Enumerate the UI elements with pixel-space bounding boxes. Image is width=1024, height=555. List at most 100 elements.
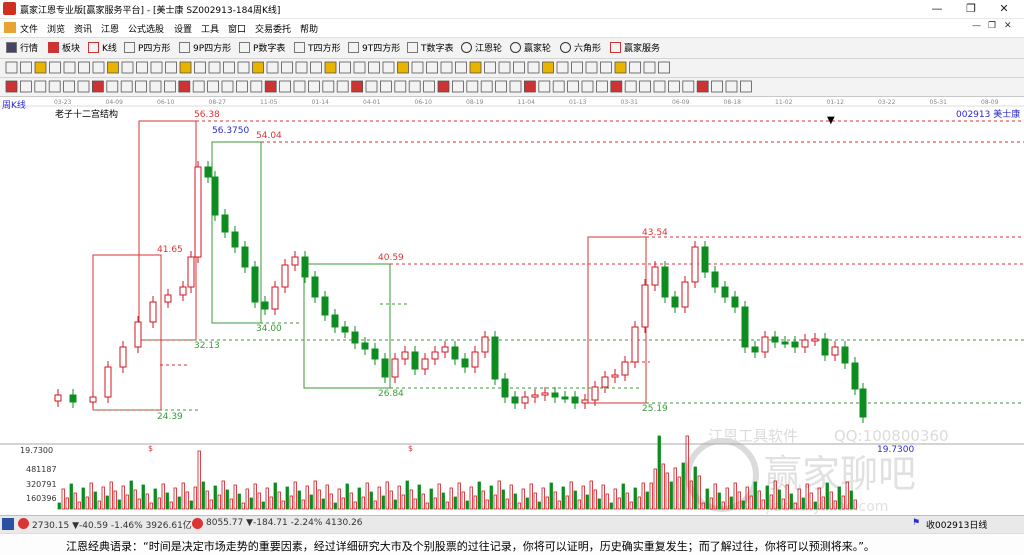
period-tool-icon[interactable] (322, 80, 335, 93)
drawing-tool-icon[interactable] (63, 61, 76, 74)
period-tool-icon[interactable] (48, 80, 61, 93)
drawing-tool-icon[interactable] (411, 61, 424, 74)
drawing-tool-icon[interactable] (208, 61, 221, 74)
period-tool-icon[interactable] (711, 80, 723, 93)
period-tool-icon[interactable] (581, 80, 594, 93)
drawing-tool-icon[interactable] (20, 61, 32, 74)
period-tool-icon[interactable] (552, 80, 565, 93)
period-tool-icon[interactable] (250, 80, 263, 93)
drawing-tools-strip[interactable] (0, 59, 1024, 77)
toolbar-t-square[interactable]: T四方形 (294, 41, 341, 54)
menu-help[interactable]: 帮助 (300, 22, 318, 35)
drawing-tool-icon[interactable] (252, 61, 264, 74)
drawing-tool-icon[interactable] (455, 61, 467, 74)
period-tool-icon[interactable] (365, 80, 378, 93)
drawing-tool-icon[interactable] (600, 61, 612, 74)
period-tool-icon[interactable] (639, 80, 651, 93)
chart-area[interactable]: 江恩工具软件 QQ:100800360 赢家聊吧 jiaoba.yixiao.c… (0, 97, 1024, 515)
toolbar-p-table[interactable]: P数字表 (239, 41, 285, 54)
drawing-tool-icon[interactable] (556, 61, 569, 74)
drawing-tool-icon[interactable] (49, 61, 61, 74)
drawing-tool-icon[interactable] (223, 61, 235, 74)
period-tool-icon[interactable] (408, 80, 421, 93)
drawing-tool-icon[interactable] (237, 61, 250, 74)
period-tool-icon[interactable] (394, 80, 407, 93)
period-tool-icon[interactable] (538, 80, 551, 93)
toolbar-quotes[interactable]: 行情 (6, 41, 38, 54)
grid-icon[interactable] (2, 518, 14, 530)
period-tool-icon[interactable] (423, 80, 436, 93)
toolbar-winner-wheel[interactable]: 赢家轮 (510, 41, 551, 54)
drawing-tool-icon[interactable] (179, 61, 192, 74)
period-tool-icon[interactable] (495, 80, 508, 93)
period-tool-icon[interactable] (596, 80, 608, 93)
shanghai-index[interactable]: 2730.15 ▼-40.59 -1.46% 3926.61亿 (32, 518, 192, 531)
drawing-tool-icon[interactable] (571, 61, 583, 74)
drawing-tool-icon[interactable] (92, 61, 105, 74)
drawing-tool-icon[interactable] (5, 61, 18, 74)
drawing-tool-icon[interactable] (34, 61, 47, 74)
drawing-tool-icon[interactable] (629, 61, 641, 74)
period-tool-icon[interactable] (120, 80, 133, 93)
period-tool-icon[interactable] (567, 80, 579, 93)
menu-browse[interactable]: 浏览 (47, 22, 65, 35)
period-tool-icon[interactable] (279, 80, 292, 93)
menu-formula-select[interactable]: 公式选股 (128, 22, 164, 35)
drawing-tool-icon[interactable] (136, 61, 148, 74)
drawing-tool-icon[interactable] (353, 61, 366, 74)
toolbar-t-table[interactable]: T数字表 (407, 41, 454, 54)
drawing-tool-icon[interactable] (78, 61, 90, 74)
period-tool-icon[interactable] (149, 80, 162, 93)
period-tool-icon[interactable] (624, 80, 637, 93)
drawing-tool-icon[interactable] (469, 61, 482, 74)
period-tool-icon[interactable] (437, 80, 450, 93)
period-tool-icon[interactable] (106, 80, 119, 93)
period-tool-icon[interactable] (178, 80, 191, 93)
drawing-tool-icon[interactable] (310, 61, 322, 74)
drawing-tool-icon[interactable] (339, 61, 351, 74)
period-tool-icon[interactable] (135, 80, 148, 93)
toolbar-sector[interactable]: 板块 (48, 41, 80, 54)
menu-settings[interactable]: 设置 (174, 22, 192, 35)
drawing-tool-icon[interactable] (121, 61, 134, 74)
drawing-tool-icon[interactable] (585, 61, 598, 74)
period-tool-icon[interactable] (63, 80, 75, 93)
menu-window[interactable]: 窗口 (228, 22, 246, 35)
drawing-tool-icon[interactable] (643, 61, 656, 74)
period-tool-icon[interactable] (307, 80, 320, 93)
child-minimize-button[interactable]: — (972, 21, 981, 31)
period-tool-icon[interactable] (696, 80, 709, 93)
period-tool-icon[interactable] (192, 80, 205, 93)
toolbar-9p-square[interactable]: 9P四方形 (179, 41, 231, 54)
menu-file[interactable]: 文件 (20, 22, 38, 35)
period-tool-icon[interactable] (207, 80, 220, 93)
period-tools-strip[interactable] (0, 78, 1024, 96)
period-tool-icon[interactable] (480, 80, 493, 93)
period-tool-icon[interactable] (451, 80, 464, 93)
period-tool-icon[interactable] (668, 80, 680, 93)
menu-info[interactable]: 资讯 (74, 22, 92, 35)
toolbar-p-square[interactable]: P四方形 (124, 41, 170, 54)
child-close-button[interactable]: ✕ (1004, 21, 1012, 31)
period-tool-icon[interactable] (740, 80, 752, 93)
drawing-tool-icon[interactable] (527, 61, 540, 74)
close-button[interactable]: ✕ (984, 0, 1024, 18)
drawing-tool-icon[interactable] (281, 61, 293, 74)
period-tool-icon[interactable] (34, 80, 47, 93)
toolbar-kline[interactable]: K线 (88, 41, 117, 54)
drawing-tool-icon[interactable] (324, 61, 337, 74)
drawing-tool-icon[interactable] (295, 61, 308, 74)
period-label[interactable]: 周K线 (2, 99, 26, 111)
dropdown-arrow-icon[interactable]: ▼ (827, 115, 835, 126)
drawing-tool-icon[interactable] (440, 61, 453, 74)
drawing-tool-icon[interactable] (397, 61, 409, 74)
drawing-tool-icon[interactable] (194, 61, 206, 74)
period-tool-icon[interactable] (379, 80, 392, 93)
period-tool-icon[interactable] (466, 80, 479, 93)
period-tool-icon[interactable] (293, 80, 306, 93)
toolbar-gann-wheel[interactable]: 江恩轮 (461, 41, 502, 54)
menu-gann[interactable]: 江恩 (101, 22, 119, 35)
drawing-tool-icon[interactable] (542, 61, 554, 74)
drawing-tool-icon[interactable] (614, 61, 627, 74)
drawing-tool-icon[interactable] (165, 61, 177, 74)
